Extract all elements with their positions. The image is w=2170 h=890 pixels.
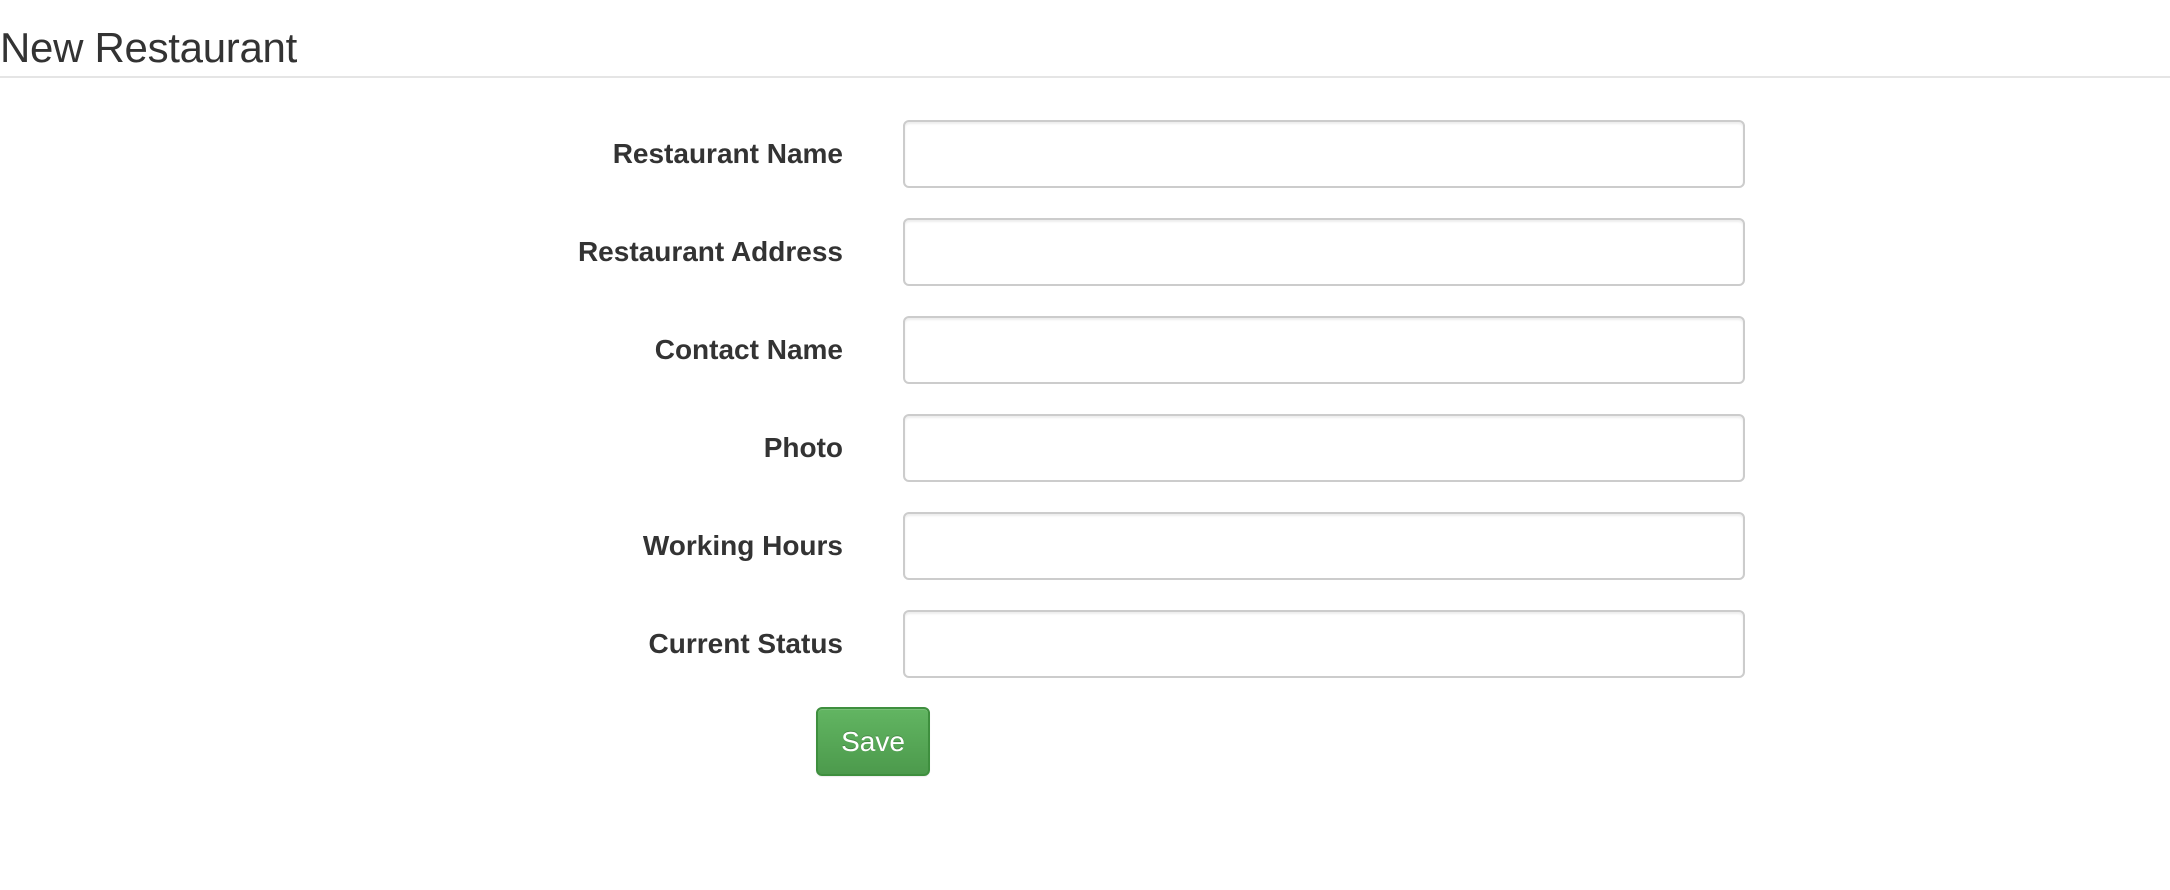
current-status-input[interactable] [903,610,1745,678]
restaurant-address-label: Restaurant Address [577,236,843,267]
page: New Restaurant Restaurant Name Restauran… [0,0,2170,890]
form-row-photo: Photo [0,413,2170,483]
form-row-restaurant-name: Restaurant Name [0,119,2170,189]
save-button[interactable]: Save [816,707,930,776]
contact-name-input[interactable] [903,316,1745,384]
current-status-label: Current Status [648,628,843,659]
restaurant-name-label: Restaurant Name [612,138,843,169]
photo-label: Photo [763,432,843,463]
restaurant-name-input[interactable] [903,120,1745,188]
form-row-restaurant-address: Restaurant Address [0,217,2170,287]
working-hours-label: Working Hours [642,530,843,561]
working-hours-input[interactable] [903,512,1745,580]
contact-name-label: Contact Name [654,334,843,365]
restaurant-address-input[interactable] [903,218,1745,286]
new-restaurant-form: Restaurant Name Restaurant Address Conta… [0,0,2170,890]
form-row-working-hours: Working Hours [0,511,2170,581]
form-row-contact-name: Contact Name [0,315,2170,385]
form-row-current-status: Current Status [0,609,2170,679]
photo-input[interactable] [903,414,1745,482]
